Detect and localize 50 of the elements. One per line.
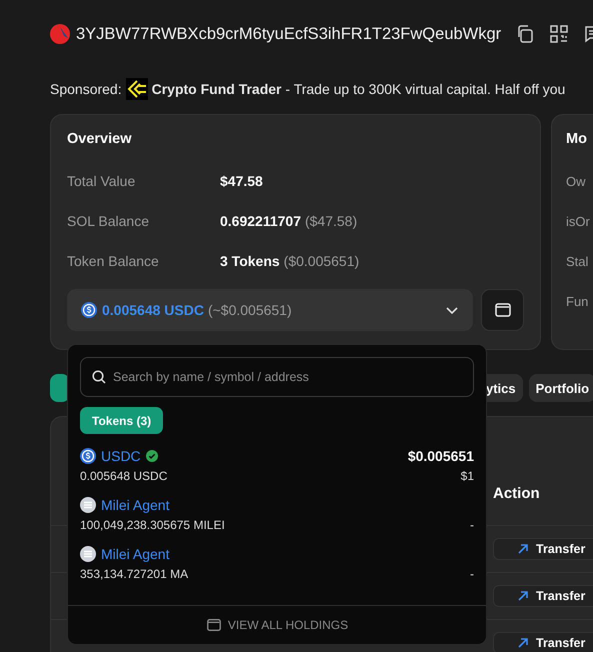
sponsor-text: Crypto Fund Trader - Trade up to 300K virtual capital. Half off you xyxy=(152,81,566,97)
qr-code-icon[interactable] xyxy=(549,24,570,44)
token-price: - xyxy=(470,518,474,532)
transfer-button[interactable]: Transfer xyxy=(493,538,593,560)
sponsor-logo-icon xyxy=(126,78,148,100)
token-dropdown[interactable]: 0.005648 USDC (~$0.005651) xyxy=(67,289,473,331)
wallet-icon xyxy=(206,617,222,633)
token-balance: 100,049,238.305675 MILEI xyxy=(80,518,225,532)
tab[interactable]: Portfolio xyxy=(528,374,593,402)
sponsored-label: Sponsored: xyxy=(50,81,122,97)
arrow-icon xyxy=(518,591,528,601)
arrow-icon xyxy=(518,544,528,554)
token-price: - xyxy=(470,567,474,581)
field-label: Fun xyxy=(566,292,590,310)
wallet-button[interactable] xyxy=(481,289,524,331)
token-balance: 353,134.727201 MA xyxy=(80,567,188,581)
search-icon xyxy=(92,370,106,384)
field-label: isOr xyxy=(566,212,591,230)
token-icon xyxy=(80,497,96,513)
card-title: Mo xyxy=(566,131,588,147)
field-label: Stal xyxy=(566,252,590,270)
filter-chip[interactable]: Tokens (3) xyxy=(80,407,164,434)
transfer-button[interactable]: Transfer xyxy=(493,632,593,652)
search-field[interactable]: Search by name / symbol / address xyxy=(80,357,474,397)
card-title: Overview xyxy=(67,131,132,147)
view-all-holdings-button[interactable]: VIEW ALL HOLDINGS xyxy=(68,605,486,644)
field-note: ($47.58) xyxy=(304,213,358,229)
field-value: 3 Tokens xyxy=(220,253,280,269)
usdc-icon xyxy=(81,302,97,318)
token-value: $0.005651 xyxy=(408,448,474,464)
token-name[interactable]: Milei Agent xyxy=(101,497,170,513)
token-icon xyxy=(80,546,96,562)
token-name[interactable]: Milei Agent xyxy=(101,546,170,562)
usdc-icon xyxy=(80,448,96,464)
field-label: Token Balance xyxy=(67,253,160,269)
token-name[interactable]: USDC xyxy=(101,448,141,464)
field-label: Ow xyxy=(566,172,586,190)
token-balance: 0.005648 USDC xyxy=(80,469,168,483)
transfer-button[interactable]: Transfer xyxy=(493,585,593,607)
token-logo-icon xyxy=(50,24,70,44)
wallet-address: 3YJBW77RWBXcb9crM6tyuEcfS3ihFR1T23FwQeubWkgr xyxy=(76,24,502,44)
arrow-icon xyxy=(518,638,528,648)
wallet-icon xyxy=(494,301,512,319)
token-price: $1 xyxy=(460,469,474,483)
field-label: SOL Balance xyxy=(67,213,150,229)
field-value: $47.58 xyxy=(220,173,263,189)
field-note: ($0.005651) xyxy=(284,253,360,269)
field-label: Total Value xyxy=(67,173,136,189)
field-value: 0.692211707 xyxy=(220,213,301,229)
column-header: Action xyxy=(493,485,540,504)
